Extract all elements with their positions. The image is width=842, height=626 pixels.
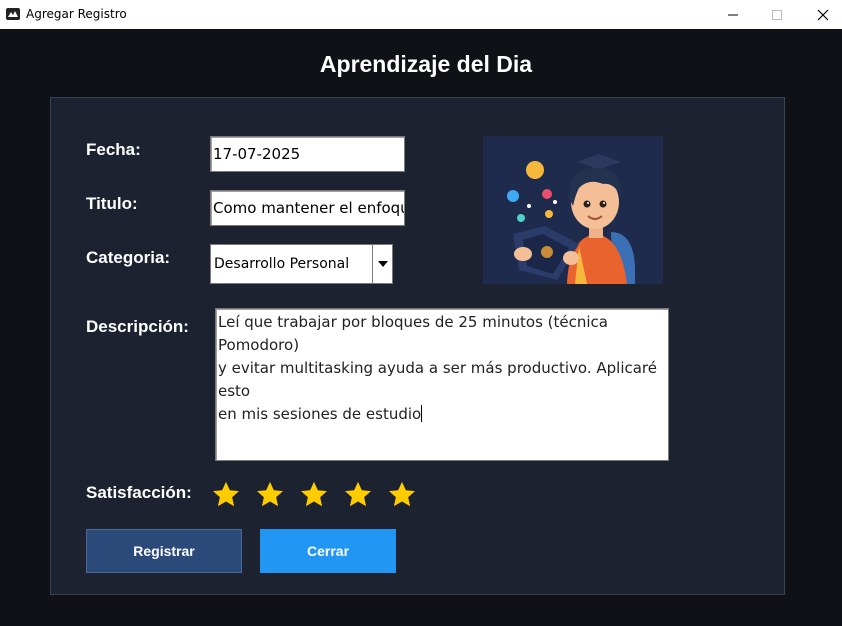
- window-title: Agregar Registro: [26, 7, 127, 21]
- star-icon[interactable]: [387, 480, 417, 510]
- descripcion-line: Leí que trabajar por bloques de 25 minut…: [218, 313, 608, 354]
- categoria-select[interactable]: Desarrollo Personal: [210, 244, 393, 284]
- illustration-image: [483, 136, 663, 284]
- app-icon: [6, 8, 20, 20]
- close-window-button[interactable]: [800, 0, 842, 29]
- chevron-down-icon: [377, 261, 388, 267]
- title-bar: Agregar Registro: [0, 0, 842, 29]
- descripcion-line: y evitar multitasking ayuda a ser más pr…: [218, 359, 657, 400]
- fecha-value: 17-07-2025: [213, 145, 301, 163]
- satisfaccion-label: Satisfacción:: [86, 483, 192, 502]
- satisfaccion-rating[interactable]: [211, 480, 431, 510]
- descripcion-textarea[interactable]: Leí que trabajar por bloques de 25 minut…: [215, 308, 669, 461]
- star-icon[interactable]: [255, 480, 285, 510]
- star-icon[interactable]: [211, 480, 241, 510]
- minimize-button[interactable]: [710, 0, 756, 29]
- maximize-icon: [772, 9, 782, 20]
- text-caret: [421, 405, 423, 422]
- minimize-icon: [728, 14, 738, 15]
- page-title: Aprendizaje del Dia: [319, 51, 533, 77]
- close-button[interactable]: Cerrar: [260, 529, 396, 573]
- maximize-button[interactable]: [754, 0, 800, 29]
- close-icon: [817, 9, 829, 20]
- fecha-input[interactable]: 17-07-2025: [210, 136, 405, 172]
- categoria-label: Categoria:: [86, 248, 171, 267]
- student-reading-illustration: [483, 136, 663, 284]
- descripcion-label: Descripción:: [86, 317, 189, 336]
- categoria-value: Desarrollo Personal: [214, 256, 350, 272]
- star-icon[interactable]: [343, 480, 373, 510]
- dropdown-button[interactable]: [372, 245, 392, 283]
- register-button[interactable]: Registrar: [86, 529, 242, 573]
- app-window: Agregar Registro Aprendizaje del Dia Fec…: [0, 0, 842, 626]
- titulo-label: Titulo:: [86, 194, 138, 213]
- titulo-value: Como mantener el enfoque: [213, 199, 405, 217]
- form-card: Fecha: 17-07-2025 Titulo: Como mantener …: [50, 97, 785, 595]
- star-icon[interactable]: [299, 480, 329, 510]
- fecha-label: Fecha:: [86, 140, 141, 159]
- titulo-input[interactable]: Como mantener el enfoque: [210, 190, 405, 226]
- descripcion-line: en mis sesiones de estudio: [218, 405, 422, 423]
